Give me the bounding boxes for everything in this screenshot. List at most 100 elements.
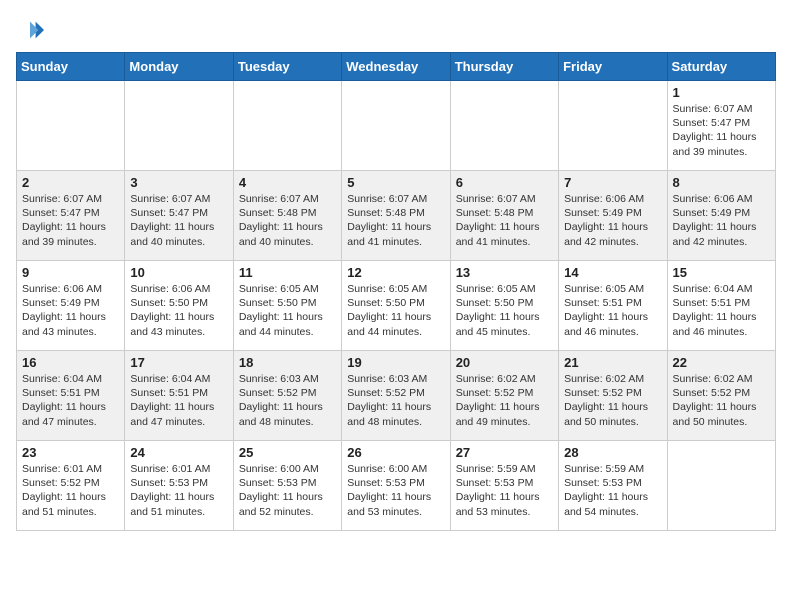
- day-number: 27: [456, 445, 553, 460]
- calendar-cell: 27 Sunrise: 5:59 AM Sunset: 5:53 PM Dayli…: [450, 441, 558, 531]
- calendar-cell: 24 Sunrise: 6:01 AM Sunset: 5:53 PM Dayli…: [125, 441, 233, 531]
- calendar-cell: 22 Sunrise: 6:02 AM Sunset: 5:52 PM Dayli…: [667, 351, 775, 441]
- page-header: [16, 16, 776, 44]
- logo: [16, 16, 48, 44]
- column-header-monday: Monday: [125, 53, 233, 81]
- calendar-cell: 17 Sunrise: 6:04 AM Sunset: 5:51 PM Dayli…: [125, 351, 233, 441]
- calendar-week-row: 16 Sunrise: 6:04 AM Sunset: 5:51 PM Dayli…: [17, 351, 776, 441]
- day-number: 8: [673, 175, 770, 190]
- calendar-cell: [233, 81, 341, 171]
- calendar-week-row: 2 Sunrise: 6:07 AM Sunset: 5:47 PM Daylig…: [17, 171, 776, 261]
- day-info: Sunrise: 6:07 AM Sunset: 5:47 PM Dayligh…: [22, 192, 119, 249]
- calendar-cell: [667, 441, 775, 531]
- calendar-table: SundayMondayTuesdayWednesdayThursdayFrid…: [16, 52, 776, 531]
- day-info: Sunrise: 6:06 AM Sunset: 5:50 PM Dayligh…: [130, 282, 227, 339]
- calendar-cell: 11 Sunrise: 6:05 AM Sunset: 5:50 PM Dayli…: [233, 261, 341, 351]
- calendar-week-row: 9Sunrise: 6:06 AM Sunset: 5:49 PM Daylig…: [17, 261, 776, 351]
- day-number: 4: [239, 175, 336, 190]
- calendar-cell: [450, 81, 558, 171]
- column-header-tuesday: Tuesday: [233, 53, 341, 81]
- day-info: Sunrise: 6:01 AM Sunset: 5:53 PM Dayligh…: [130, 462, 227, 519]
- day-info: Sunrise: 6:01 AM Sunset: 5:52 PM Dayligh…: [22, 462, 119, 519]
- calendar-cell: 2 Sunrise: 6:07 AM Sunset: 5:47 PM Daylig…: [17, 171, 125, 261]
- day-number: 25: [239, 445, 336, 460]
- day-number: 7: [564, 175, 661, 190]
- day-info: Sunrise: 6:05 AM Sunset: 5:50 PM Dayligh…: [456, 282, 553, 339]
- day-info: Sunrise: 6:05 AM Sunset: 5:50 PM Dayligh…: [347, 282, 444, 339]
- day-info: Sunrise: 6:07 AM Sunset: 5:48 PM Dayligh…: [239, 192, 336, 249]
- column-header-friday: Friday: [559, 53, 667, 81]
- day-info: Sunrise: 6:04 AM Sunset: 5:51 PM Dayligh…: [673, 282, 770, 339]
- calendar-cell: 1 Sunrise: 6:07 AM Sunset: 5:47 PM Daylig…: [667, 81, 775, 171]
- calendar-cell: 5 Sunrise: 6:07 AM Sunset: 5:48 PM Daylig…: [342, 171, 450, 261]
- day-number: 22: [673, 355, 770, 370]
- day-number: 3: [130, 175, 227, 190]
- day-info: Sunrise: 6:03 AM Sunset: 5:52 PM Dayligh…: [239, 372, 336, 429]
- day-info: Sunrise: 6:06 AM Sunset: 5:49 PM Dayligh…: [564, 192, 661, 249]
- day-number: 26: [347, 445, 444, 460]
- day-info: Sunrise: 6:02 AM Sunset: 5:52 PM Dayligh…: [456, 372, 553, 429]
- day-info: Sunrise: 6:05 AM Sunset: 5:51 PM Dayligh…: [564, 282, 661, 339]
- calendar-header-row: SundayMondayTuesdayWednesdayThursdayFrid…: [17, 53, 776, 81]
- day-number: 23: [22, 445, 119, 460]
- calendar-cell: 9Sunrise: 6:06 AM Sunset: 5:49 PM Daylig…: [17, 261, 125, 351]
- day-number: 5: [347, 175, 444, 190]
- day-number: 18: [239, 355, 336, 370]
- calendar-cell: 10 Sunrise: 6:06 AM Sunset: 5:50 PM Dayli…: [125, 261, 233, 351]
- day-number: 11: [239, 265, 336, 280]
- day-number: 6: [456, 175, 553, 190]
- calendar-cell: [17, 81, 125, 171]
- calendar-cell: 3 Sunrise: 6:07 AM Sunset: 5:47 PM Daylig…: [125, 171, 233, 261]
- day-number: 19: [347, 355, 444, 370]
- day-number: 15: [673, 265, 770, 280]
- day-info: Sunrise: 6:02 AM Sunset: 5:52 PM Dayligh…: [673, 372, 770, 429]
- day-number: 10: [130, 265, 227, 280]
- day-number: 17: [130, 355, 227, 370]
- day-info: Sunrise: 6:05 AM Sunset: 5:50 PM Dayligh…: [239, 282, 336, 339]
- day-number: 12: [347, 265, 444, 280]
- calendar-cell: 7 Sunrise: 6:06 AM Sunset: 5:49 PM Daylig…: [559, 171, 667, 261]
- day-info: Sunrise: 6:07 AM Sunset: 5:48 PM Dayligh…: [347, 192, 444, 249]
- calendar-cell: 18 Sunrise: 6:03 AM Sunset: 5:52 PM Dayli…: [233, 351, 341, 441]
- day-number: 20: [456, 355, 553, 370]
- column-header-wednesday: Wednesday: [342, 53, 450, 81]
- calendar-cell: 26 Sunrise: 6:00 AM Sunset: 5:53 PM Dayli…: [342, 441, 450, 531]
- day-number: 16: [22, 355, 119, 370]
- day-info: Sunrise: 6:04 AM Sunset: 5:51 PM Dayligh…: [22, 372, 119, 429]
- calendar-cell: 4 Sunrise: 6:07 AM Sunset: 5:48 PM Daylig…: [233, 171, 341, 261]
- logo-icon: [16, 16, 44, 44]
- day-number: 21: [564, 355, 661, 370]
- day-number: 1: [673, 85, 770, 100]
- calendar-cell: [559, 81, 667, 171]
- day-number: 13: [456, 265, 553, 280]
- day-info: Sunrise: 6:03 AM Sunset: 5:52 PM Dayligh…: [347, 372, 444, 429]
- calendar-week-row: 23 Sunrise: 6:01 AM Sunset: 5:52 PM Dayli…: [17, 441, 776, 531]
- calendar-week-row: 1 Sunrise: 6:07 AM Sunset: 5:47 PM Daylig…: [17, 81, 776, 171]
- day-info: Sunrise: 6:07 AM Sunset: 5:48 PM Dayligh…: [456, 192, 553, 249]
- calendar-cell: [125, 81, 233, 171]
- calendar-cell: 21 Sunrise: 6:02 AM Sunset: 5:52 PM Dayli…: [559, 351, 667, 441]
- day-number: 2: [22, 175, 119, 190]
- calendar-cell: 16 Sunrise: 6:04 AM Sunset: 5:51 PM Dayli…: [17, 351, 125, 441]
- calendar-cell: [342, 81, 450, 171]
- day-info: Sunrise: 6:02 AM Sunset: 5:52 PM Dayligh…: [564, 372, 661, 429]
- day-info: Sunrise: 6:06 AM Sunset: 5:49 PM Dayligh…: [673, 192, 770, 249]
- day-info: Sunrise: 5:59 AM Sunset: 5:53 PM Dayligh…: [456, 462, 553, 519]
- day-info: Sunrise: 6:07 AM Sunset: 5:47 PM Dayligh…: [130, 192, 227, 249]
- day-info: Sunrise: 6:00 AM Sunset: 5:53 PM Dayligh…: [239, 462, 336, 519]
- calendar-cell: 14Sunrise: 6:05 AM Sunset: 5:51 PM Dayli…: [559, 261, 667, 351]
- day-info: Sunrise: 6:06 AM Sunset: 5:49 PM Dayligh…: [22, 282, 119, 339]
- calendar-cell: 19 Sunrise: 6:03 AM Sunset: 5:52 PM Dayli…: [342, 351, 450, 441]
- day-info: Sunrise: 6:04 AM Sunset: 5:51 PM Dayligh…: [130, 372, 227, 429]
- calendar-cell: 13 Sunrise: 6:05 AM Sunset: 5:50 PM Dayli…: [450, 261, 558, 351]
- day-number: 28: [564, 445, 661, 460]
- calendar-cell: 28 Sunrise: 5:59 AM Sunset: 5:53 PM Dayli…: [559, 441, 667, 531]
- day-info: Sunrise: 5:59 AM Sunset: 5:53 PM Dayligh…: [564, 462, 661, 519]
- column-header-sunday: Sunday: [17, 53, 125, 81]
- calendar-cell: 23 Sunrise: 6:01 AM Sunset: 5:52 PM Dayli…: [17, 441, 125, 531]
- day-number: 24: [130, 445, 227, 460]
- day-info: Sunrise: 6:07 AM Sunset: 5:47 PM Dayligh…: [673, 102, 770, 159]
- column-header-saturday: Saturday: [667, 53, 775, 81]
- calendar-cell: 20 Sunrise: 6:02 AM Sunset: 5:52 PM Dayli…: [450, 351, 558, 441]
- day-info: Sunrise: 6:00 AM Sunset: 5:53 PM Dayligh…: [347, 462, 444, 519]
